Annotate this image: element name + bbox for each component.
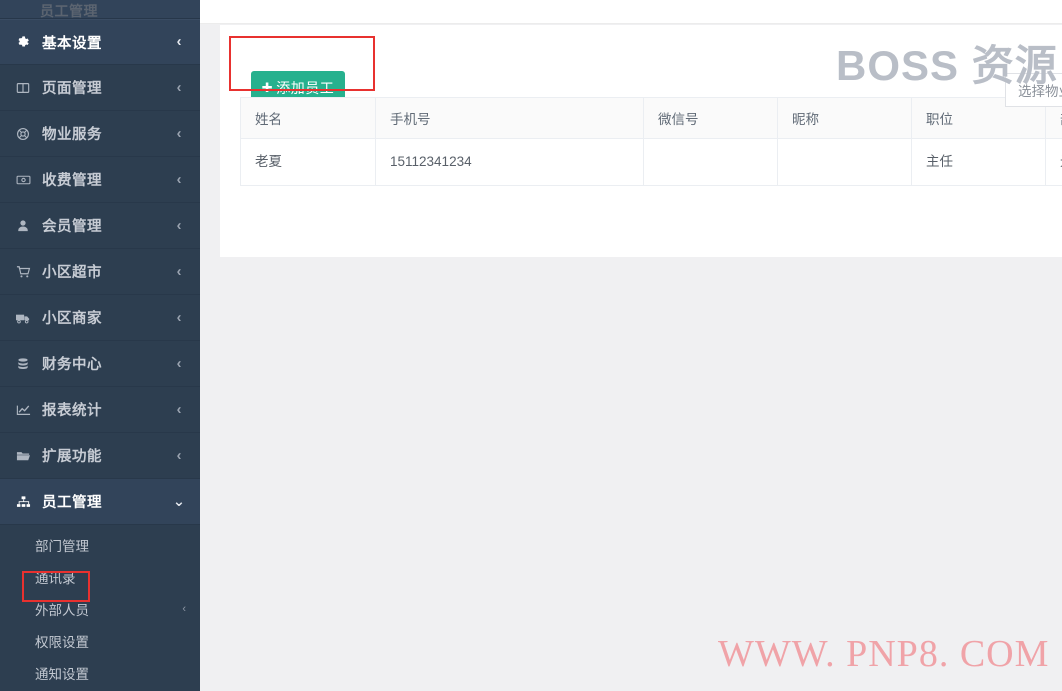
sidebar-item-5[interactable]: 小区超市 ‹ — [0, 249, 200, 295]
sidebar-item-label: 报表统计 — [42, 403, 102, 419]
money-icon — [12, 173, 34, 187]
chevron-left-icon: ‹ — [176, 171, 182, 188]
employee-table-head: 姓名 手机号 微信号 昵称 职位 部门 — [240, 97, 1062, 139]
url-watermark: WWW. PNP8. COM — [718, 633, 1050, 675]
sidebar-item-0[interactable]: 基本设置 ‹ — [0, 19, 200, 65]
sidebar-item-4[interactable]: 会员管理 ‹ — [0, 203, 200, 249]
chevron-left-icon: ‹ — [176, 401, 182, 418]
add-employee-button-label: 添加员工 — [276, 79, 335, 96]
submenu-item-label: 通讯录 — [35, 571, 76, 586]
cell-phone: 15112341234 — [375, 138, 644, 186]
sidebar-item-7[interactable]: 财务中心 ‹ — [0, 341, 200, 387]
table-row[interactable]: 老夏 15112341234 主任 光大公司 — [240, 138, 1062, 186]
sidebar-item-3[interactable]: 收费管理 ‹ — [0, 157, 200, 203]
cell-position: 主任 — [911, 138, 1046, 186]
page-titlebar — [200, 0, 1062, 24]
column-header-phone[interactable]: 手机号 — [375, 97, 644, 139]
sidebar-item-label: 收费管理 — [42, 173, 102, 189]
sidebar-item-label: 员工管理 — [42, 495, 102, 511]
submenu-item-label: 部门管理 — [35, 539, 89, 554]
submenu-item-1[interactable]: 通讯录 — [0, 561, 200, 593]
chevron-left-icon: ‹ — [176, 263, 182, 280]
chevron-left-icon: ‹ — [176, 34, 182, 50]
cell-name: 老夏 — [240, 138, 376, 186]
sidebar-item-10[interactable]: 员工管理 ⌄ — [0, 479, 200, 525]
submenu-item-3[interactable]: 权限设置 — [0, 625, 200, 657]
chart-line-icon — [12, 403, 34, 417]
cell-department: 光大公司 — [1045, 138, 1062, 186]
property-select-placeholder: 选择物业 — [1018, 84, 1062, 99]
truck-icon — [12, 311, 34, 325]
chevron-down-icon: ⌄ — [172, 493, 186, 510]
gear-icon — [12, 35, 34, 49]
submenu-item-label: 权限设置 — [35, 635, 89, 650]
column-header-name[interactable]: 姓名 — [240, 97, 376, 139]
sidebar-item-label: 页面管理 — [42, 81, 102, 97]
sidebar-item-label: 财务中心 — [42, 357, 102, 373]
employee-table-body: 老夏 15112341234 主任 光大公司 — [240, 138, 1062, 186]
life-ring-icon — [12, 127, 34, 141]
sidebar-submenu: 部门管理通讯录外部人员 ‹ 权限设置通知设置 — [0, 525, 200, 689]
toolbar: ✚ 添加员工 选择物业 — [220, 25, 1062, 107]
sitemap-icon — [12, 495, 34, 509]
cell-wechat — [643, 138, 778, 186]
table-header-row: 姓名 手机号 微信号 昵称 职位 部门 — [240, 97, 1062, 139]
sidebar-item-label: 小区商家 — [42, 311, 102, 327]
sidebar-nav-list: 基本设置 ‹ 页面管理 ‹ 物业服务 ‹ 收费管理 ‹ 会员管理 ‹ 小区超市 ‹ 小区商家 ‹ 财务中心 ‹… — [0, 19, 200, 525]
sidebar-item-label: 会员管理 — [42, 219, 102, 235]
employee-table: 姓名 手机号 微信号 昵称 职位 部门 老夏 15112341234 主任 光大… — [240, 97, 1062, 186]
chevron-left-icon: ‹ — [176, 355, 182, 372]
sidebar-item-label: 扩展功能 — [42, 449, 102, 465]
column-header-wechat[interactable]: 微信号 — [643, 97, 778, 139]
submenu-item-4[interactable]: 通知设置 — [0, 657, 200, 689]
chevron-left-icon: ‹ — [176, 447, 182, 464]
chevron-left-icon: ‹ — [176, 309, 182, 326]
submenu-item-0[interactable]: 部门管理 — [0, 529, 200, 561]
submenu-item-label: 通知设置 — [35, 667, 89, 682]
columns-icon — [12, 81, 34, 95]
submenu-item-2[interactable]: 外部人员 ‹ — [0, 593, 200, 625]
sidebar-item-9[interactable]: 扩展功能 ‹ — [0, 433, 200, 479]
sidebar-item-label: 基本设置 — [42, 35, 102, 52]
sidebar-item-label: 物业服务 — [42, 127, 102, 143]
shopping-cart-icon — [12, 265, 34, 279]
page-title: 员工管理 — [40, 3, 98, 19]
sidebar-item-6[interactable]: 小区商家 ‹ — [0, 295, 200, 341]
plus-icon: ✚ — [261, 79, 274, 95]
property-select[interactable]: 选择物业 — [1005, 73, 1062, 107]
user-icon — [12, 219, 34, 233]
chevron-left-icon: ‹ — [182, 603, 186, 615]
database-icon — [12, 357, 34, 371]
column-header-nickname[interactable]: 昵称 — [777, 97, 912, 139]
folder-open-icon — [12, 449, 34, 463]
sidebar-item-label: 小区超市 — [42, 265, 102, 281]
sidebar: 基本设置 ‹ 页面管理 ‹ 物业服务 ‹ 收费管理 ‹ 会员管理 ‹ 小区超市 ‹ 小区商家 ‹ 财务中心 ‹… — [0, 0, 200, 691]
chevron-left-icon: ‹ — [176, 79, 182, 96]
content-card: ✚ 添加员工 选择物业 姓名 手机号 微信号 昵称 职位 部门 老夏 15112… — [220, 25, 1062, 257]
chevron-left-icon: ‹ — [176, 125, 182, 142]
sidebar-item-2[interactable]: 物业服务 ‹ — [0, 111, 200, 157]
submenu-item-label: 外部人员 — [35, 603, 89, 618]
cell-nickname — [777, 138, 912, 186]
chevron-left-icon: ‹ — [176, 217, 182, 234]
sidebar-item-1[interactable]: 页面管理 ‹ — [0, 65, 200, 111]
sidebar-item-8[interactable]: 报表统计 ‹ — [0, 387, 200, 433]
sidebar-top-strip — [0, 0, 200, 19]
